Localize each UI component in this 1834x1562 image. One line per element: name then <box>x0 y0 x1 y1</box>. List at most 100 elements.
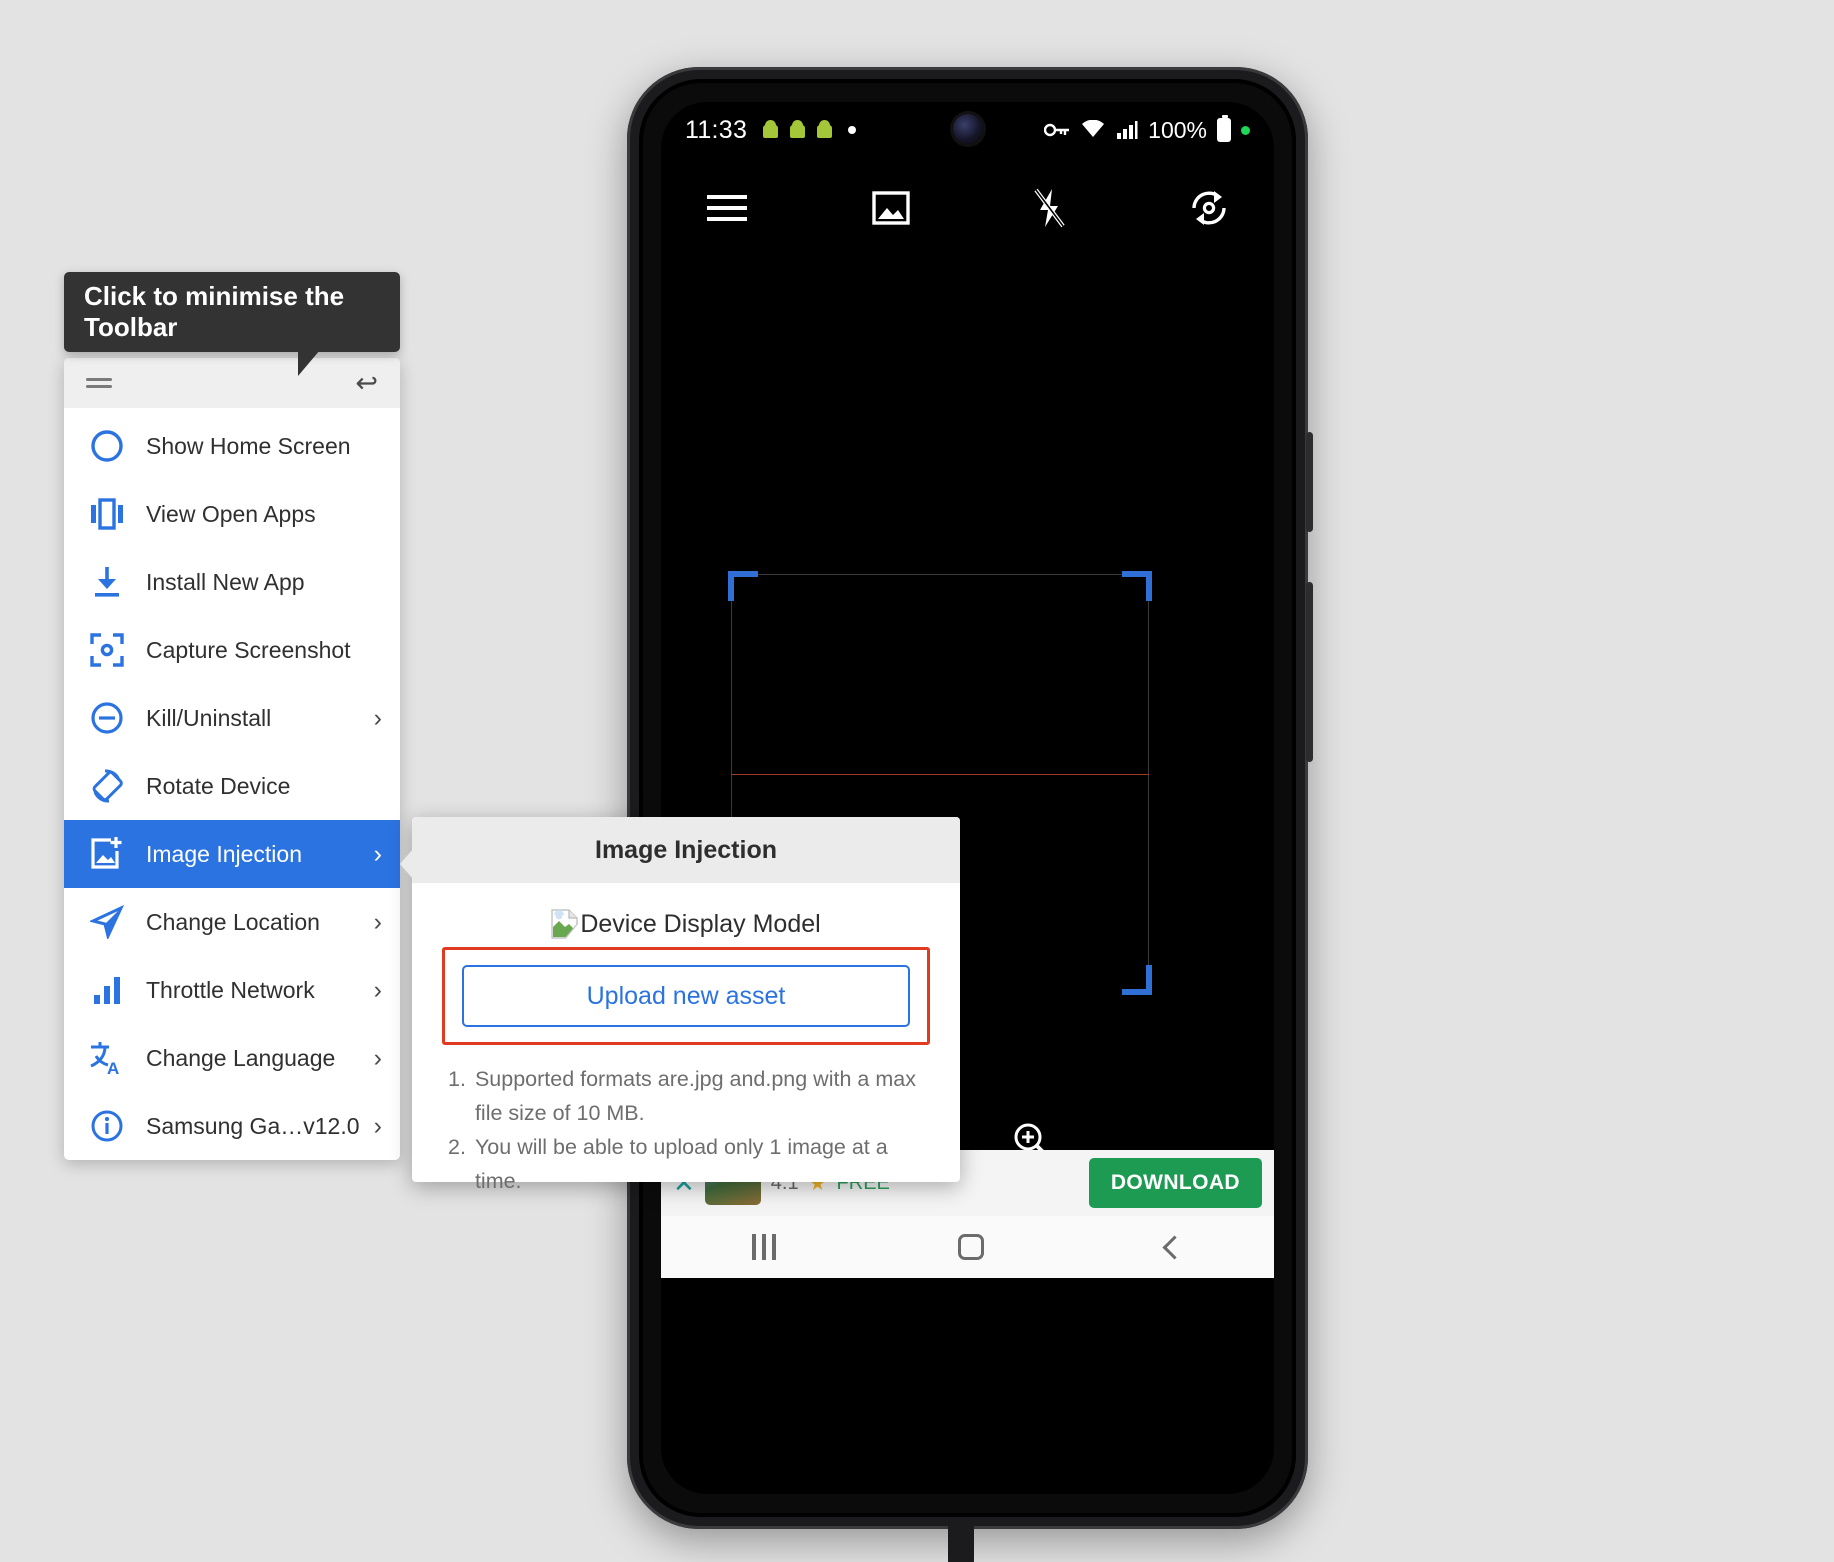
sidebar-item-show-home-screen[interactable]: Show Home Screen <box>64 412 400 480</box>
sidebar-item-capture-screenshot[interactable]: Capture Screenshot <box>64 616 400 684</box>
tooltip-arrow <box>298 350 320 376</box>
signal-bars-icon <box>86 969 128 1011</box>
note-number: 1. <box>448 1067 466 1091</box>
sidebar-item-label: Kill/Uninstall <box>146 704 272 731</box>
gallery-image-icon[interactable] <box>871 188 911 228</box>
flash-off-icon[interactable] <box>1032 187 1066 229</box>
sidebar-item-label: Image Injection <box>146 840 302 867</box>
rotate-device-icon <box>86 765 128 807</box>
chevron-right-icon: › <box>373 907 382 936</box>
battery-percent-label: 100% <box>1148 116 1207 143</box>
recording-indicator-icon <box>1241 125 1250 135</box>
android-icon <box>761 120 780 140</box>
sidebar-item-change-language[interactable]: A Change Language › <box>64 1024 400 1092</box>
minimise-toolbar-button[interactable]: ↩ <box>355 369 378 397</box>
camera-toolbar <box>661 158 1274 244</box>
chevron-right-icon: › <box>373 703 382 732</box>
download-install-icon <box>86 561 128 603</box>
dot-icon <box>848 126 857 134</box>
dialog-notes: 1. Supported formats are.jpg and.png wit… <box>412 1057 960 1199</box>
upload-new-asset-button[interactable]: Upload new asset <box>462 965 910 1027</box>
ad-download-button[interactable]: DOWNLOAD <box>1088 1158 1262 1208</box>
minus-circle-icon <box>86 697 128 739</box>
sidebar-item-device-info[interactable]: Samsung Ga…v12.0 › <box>64 1092 400 1160</box>
info-circle-icon <box>86 1105 128 1147</box>
home-circle-icon <box>86 425 128 467</box>
toolbar-header[interactable]: ↩ <box>64 358 400 408</box>
sidebar-item-change-location[interactable]: Change Location › <box>64 888 400 956</box>
sidebar-item-label: Capture Screenshot <box>146 636 351 663</box>
asset-preview-row: Device Display Model <box>442 909 930 940</box>
sidebar-item-view-open-apps[interactable]: View Open Apps <box>64 480 400 548</box>
image-injection-dialog: Image Injection Device Display Model Upl… <box>400 817 960 1193</box>
dialog-title: Image Injection <box>412 817 960 883</box>
drag-handle-icon[interactable] <box>86 378 112 388</box>
sidebar-item-label: Rotate Device <box>146 772 291 799</box>
dialog-notch <box>400 849 413 879</box>
status-left-icons <box>761 120 857 140</box>
sidebar-item-label: Change Location <box>146 908 320 935</box>
svg-text:A: A <box>107 1059 119 1076</box>
recents-icon[interactable] <box>752 1234 776 1260</box>
open-apps-icon <box>86 493 128 535</box>
device-screen[interactable]: 11:33 100% ✕ 4.1 ★ FREE DOWNLOAD <box>661 102 1274 1494</box>
status-bar: 11:33 100% <box>661 102 1274 158</box>
device-cable <box>948 1520 974 1562</box>
home-square-icon[interactable] <box>958 1234 984 1260</box>
sidebar-item-kill-uninstall[interactable]: Kill/Uninstall › <box>64 684 400 752</box>
sidebar-item-label: Change Language <box>146 1044 336 1071</box>
status-right-icons: 100% <box>1044 115 1250 144</box>
chevron-right-icon: › <box>373 1111 382 1140</box>
sidebar-item-label: Samsung Ga…v12.0 <box>146 1112 360 1139</box>
sidebar-item-label: View Open Apps <box>146 500 316 527</box>
chevron-right-icon: › <box>373 975 382 1004</box>
device-volume-button[interactable] <box>1306 582 1313 762</box>
crop-corner-top-right[interactable] <box>1122 571 1152 601</box>
menu-hamburger-icon[interactable] <box>705 191 749 225</box>
crop-edge <box>1148 574 1149 992</box>
tooltip-text: Click to minimise the Toolbar <box>84 281 345 342</box>
camera-capture-icon <box>86 629 128 671</box>
device-frame: 11:33 100% ✕ 4.1 ★ FREE DOWNLOAD <box>627 67 1313 1529</box>
crop-corner-bottom-right[interactable] <box>1122 965 1152 995</box>
crop-corner-top-left[interactable] <box>728 571 758 601</box>
dialog-body: Device Display Model Upload new asset <box>412 883 960 1045</box>
toolbar-tooltip: Click to minimise the Toolbar <box>64 272 400 352</box>
asset-alt-text: Device Display Model <box>580 909 821 938</box>
image-add-icon <box>86 833 128 875</box>
device-toolbar-panel: ↩ Show Home Screen View Open Apps Instal… <box>64 358 400 1160</box>
chevron-right-icon: › <box>373 1043 382 1072</box>
front-camera-punchhole <box>952 114 983 144</box>
broken-image-icon <box>551 909 579 940</box>
note-text: Supported formats are.jpg and.png with a… <box>474 1067 916 1125</box>
android-icon <box>815 120 834 140</box>
wifi-icon <box>1082 120 1105 137</box>
sidebar-item-label: Install New App <box>146 568 305 595</box>
upload-highlight-box: Upload new asset <box>442 947 930 1045</box>
note-item: 2. You will be able to upload only 1 ima… <box>448 1131 930 1199</box>
back-chevron-icon[interactable] <box>1162 1234 1187 1260</box>
note-number: 2. <box>448 1134 466 1159</box>
sidebar-item-label: Show Home Screen <box>146 432 351 459</box>
device-bezel: 11:33 100% ✕ 4.1 ★ FREE DOWNLOAD <box>639 79 1296 1517</box>
toolbar-item-list: Show Home Screen View Open Apps Install … <box>64 408 400 1160</box>
sidebar-item-rotate-device[interactable]: Rotate Device <box>64 752 400 820</box>
sidebar-item-throttle-network[interactable]: Throttle Network › <box>64 956 400 1024</box>
note-item: 1. Supported formats are.jpg and.png wit… <box>448 1063 930 1131</box>
android-icon <box>788 120 807 140</box>
scan-line <box>731 774 1149 775</box>
chevron-right-icon: › <box>373 839 382 868</box>
device-power-button[interactable] <box>1306 432 1313 532</box>
android-nav-bar <box>661 1216 1274 1278</box>
note-text: You will be able to upload only 1 image … <box>474 1134 888 1193</box>
battery-icon <box>1217 115 1231 142</box>
signal-icon <box>1117 121 1138 139</box>
switch-camera-icon[interactable] <box>1188 188 1230 228</box>
crop-edge <box>731 574 1149 575</box>
translate-icon: A <box>86 1037 128 1079</box>
sidebar-item-install-new-app[interactable]: Install New App <box>64 548 400 616</box>
status-time: 11:33 <box>685 115 748 144</box>
vpn-key-icon <box>1044 123 1070 137</box>
sidebar-item-label: Throttle Network <box>146 976 315 1003</box>
sidebar-item-image-injection[interactable]: Image Injection › <box>64 820 400 888</box>
